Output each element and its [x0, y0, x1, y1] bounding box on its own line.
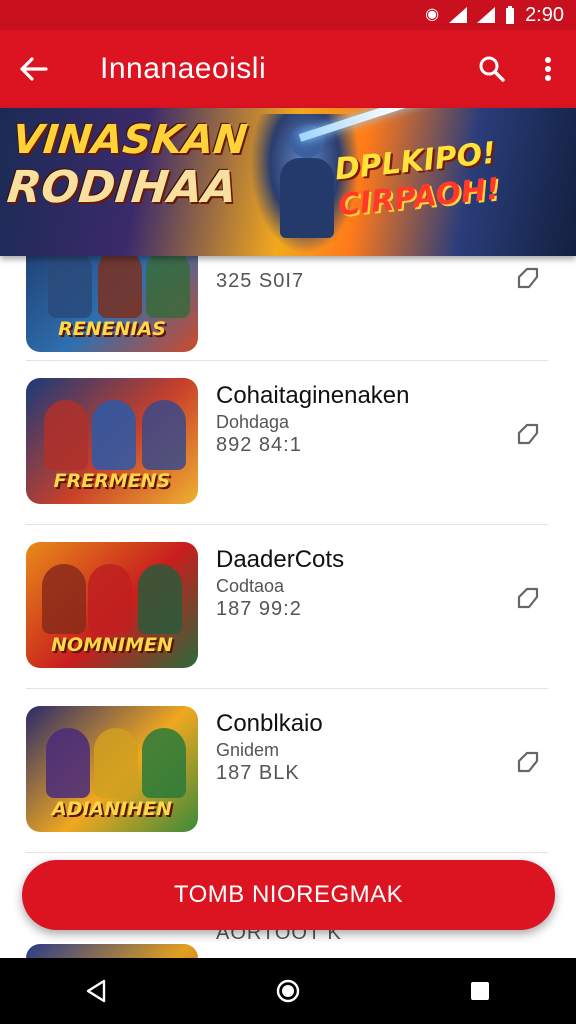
thumb-figure	[142, 728, 186, 798]
game-meta: 325 S0I7	[216, 270, 305, 292]
thumb-figure	[142, 400, 186, 470]
thumb-figure	[92, 400, 136, 470]
thumb-caption: RENENIAS	[58, 318, 166, 340]
thumb-figure	[46, 728, 90, 798]
game-name: Conblkaio	[216, 710, 323, 737]
nav-home-icon[interactable]	[258, 961, 318, 1021]
game-subtitle: Dohdaga	[216, 412, 290, 432]
nav-back-icon[interactable]	[66, 961, 126, 1021]
status-time: 2:90	[525, 3, 564, 26]
system-nav-bar	[0, 958, 576, 1024]
game-meta: 187 99:2	[216, 598, 302, 620]
thumb-figure	[48, 256, 92, 318]
signal-icon	[449, 7, 468, 23]
status-bar: ◉ 2:90	[0, 0, 576, 30]
game-meta: 187 BLK	[216, 762, 300, 784]
banner-title-line2: RODIHAA	[4, 162, 240, 213]
game-thumbnail	[26, 944, 198, 958]
thumb-figure	[44, 400, 88, 470]
game-meta: 892 84:1	[216, 434, 302, 456]
thumb-figure	[146, 256, 190, 318]
record-icon: ◉	[425, 6, 440, 23]
thumb-caption: FRERMENS	[53, 470, 171, 492]
list-item[interactable]: NOMNIMEN DaaderCots Codtaoa 187 99:2	[0, 524, 576, 687]
thumb-figure	[42, 564, 86, 634]
banner-callout: DPLKIPO! CIRPAOH!	[333, 136, 502, 225]
game-name: Cohaitaginenaken	[216, 382, 410, 409]
thumb-caption: NOMNIMEN	[51, 634, 173, 656]
game-subtitle: Codtaoa	[216, 576, 285, 596]
arrow-left-icon[interactable]	[0, 30, 68, 108]
battery-icon	[506, 6, 515, 24]
game-thumbnail: RENENIAS	[26, 256, 198, 352]
list-item[interactable]: FRERMENS Cohaitaginenaken Dohdaga 892 84…	[0, 360, 576, 523]
game-thumbnail: NOMNIMEN	[26, 542, 198, 668]
bookmark-icon[interactable]	[514, 264, 542, 292]
game-thumbnail: FRERMENS	[26, 378, 198, 504]
banner-title: VINASKAN RODIHAA	[4, 116, 250, 213]
banner-title-line1: VINASKAN	[10, 117, 250, 163]
primary-action-button[interactable]: TOMB NIOREGMAK	[22, 860, 555, 930]
thumb-figure	[94, 728, 138, 798]
thumb-figure	[88, 564, 132, 634]
app-bar: Innanaeoisli	[0, 30, 576, 108]
thumb-figure	[138, 564, 182, 634]
promo-banner[interactable]: VINASKAN RODIHAA DPLKIPO! CIRPAOH!	[0, 108, 576, 256]
bookmark-icon[interactable]	[514, 584, 542, 612]
more-vert-icon[interactable]	[520, 30, 576, 108]
search-icon[interactable]	[464, 30, 520, 108]
game-thumbnail: ADIANIHEN	[26, 706, 198, 832]
thumb-figure	[98, 256, 142, 318]
game-name: DaaderCots	[216, 546, 345, 573]
bookmark-icon[interactable]	[514, 420, 542, 448]
nav-recents-icon[interactable]	[450, 961, 510, 1021]
signal-icon	[477, 7, 496, 23]
game-subtitle: Gnidem	[216, 740, 280, 760]
page-title: Innanaeoisli	[100, 52, 267, 85]
list-item[interactable]: ADIANIHEN Conblkaio Gnidem 187 BLK	[0, 688, 576, 851]
thumb-caption: ADIANIHEN	[51, 798, 172, 820]
bookmark-icon[interactable]	[514, 748, 542, 776]
game-list: RENENIAS 325 S0I7 FRERMENS Cohaitaginena…	[0, 256, 576, 958]
